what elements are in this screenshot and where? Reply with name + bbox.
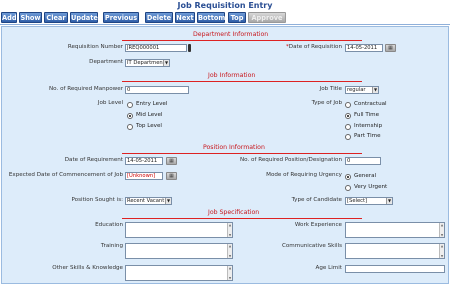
other-skills-textarea[interactable]: ▲ ▼: [125, 265, 233, 281]
training-textarea[interactable]: ▲ ▼: [125, 243, 233, 259]
full-time-label: Full Time: [354, 112, 380, 118]
position-sought-select[interactable]: Recent Vacant ▼: [125, 197, 172, 205]
chevron-down-icon: ▼: [163, 60, 169, 66]
entry-level-label: Entry Level: [136, 101, 168, 107]
job-level-label: Job Level: [97, 100, 123, 106]
very-urgent-radio[interactable]: [345, 185, 351, 191]
requisition-number-input[interactable]: JREQ000001: [125, 44, 187, 52]
internship-label: Internship: [354, 123, 383, 129]
requisition-number-label: Requisition Number: [67, 44, 123, 50]
job-title-select[interactable]: regular ▼: [345, 86, 379, 94]
calendar-icon[interactable]: ▦: [166, 157, 177, 165]
show-button[interactable]: Show: [19, 12, 42, 23]
form-panel: Department Information Requisition Numbe…: [1, 26, 449, 284]
full-time-radio[interactable]: [345, 113, 351, 119]
commencement-date-label: Expected Date of Commencement of Job: [8, 172, 123, 178]
mid-level-label: Mid Level: [136, 112, 163, 118]
chevron-down-icon: ▼: [386, 198, 392, 204]
required-manpower-input[interactable]: 0: [125, 86, 189, 94]
chevron-down-icon: ▼: [165, 198, 171, 204]
department-label: Department: [89, 59, 123, 65]
communicative-skills-textarea[interactable]: ▲ ▼: [345, 243, 445, 259]
contractual-label: Contractual: [354, 101, 387, 107]
toolbar: Add Show Clear Update Previous Delete Ne…: [0, 11, 450, 25]
required-position-label: No. of Required Position/Designation: [239, 157, 342, 163]
top-level-label: Top Level: [136, 123, 162, 129]
date-of-requisition-label: *Date of Requisition: [285, 44, 342, 50]
bottom-button[interactable]: Bottom: [197, 12, 225, 23]
section-department-title: Department Information: [193, 31, 269, 38]
contractual-radio[interactable]: [345, 102, 351, 108]
department-select[interactable]: IT Department ▼: [125, 59, 170, 67]
calendar-icon[interactable]: ▦: [385, 44, 396, 52]
approve-button[interactable]: Approve: [248, 12, 286, 23]
section-divider: [122, 218, 362, 219]
scrollbar[interactable]: ▲ ▼: [227, 244, 232, 258]
urgency-label: Mode of Requiring Urgency: [266, 172, 342, 178]
candidate-type-select[interactable]: [Select] ▼: [345, 197, 393, 205]
update-button[interactable]: Update: [70, 12, 98, 23]
position-sought-label: Position Sought is:: [71, 197, 124, 203]
work-experience-textarea[interactable]: ▲ ▼: [345, 222, 445, 238]
required-manpower-label: No. of Required Manpower: [49, 86, 123, 92]
section-divider: [122, 153, 362, 154]
communicative-skills-label: Communicative Skills: [281, 243, 342, 249]
scrollbar[interactable]: ▲ ▼: [227, 223, 232, 237]
age-limit-label: Age Limit: [315, 265, 342, 271]
date-of-requisition-input[interactable]: 14-05-2011: [345, 44, 383, 52]
age-limit-input[interactable]: [345, 265, 445, 273]
clear-button[interactable]: Clear: [44, 12, 68, 23]
training-label: Training: [100, 243, 123, 249]
part-time-radio[interactable]: [345, 134, 351, 140]
entry-level-radio[interactable]: [127, 102, 133, 108]
part-time-label: Part Time: [354, 133, 381, 139]
section-spec-title: Job Specification: [208, 209, 260, 216]
next-button[interactable]: Next: [175, 12, 195, 23]
very-urgent-label: Very Urgent: [354, 184, 388, 190]
date-of-requirement-input[interactable]: 14-05-2011: [125, 157, 163, 165]
scrollbar[interactable]: ▲ ▼: [439, 244, 444, 258]
commencement-date-input[interactable]: [Unknown]: [125, 172, 163, 180]
calendar-icon[interactable]: ▦: [166, 172, 177, 180]
general-label: General: [354, 173, 377, 179]
internship-radio[interactable]: [345, 124, 351, 130]
scrollbar[interactable]: ▲ ▼: [439, 223, 444, 237]
cursor-marker: [188, 44, 191, 52]
section-job-title: Job Information: [208, 72, 256, 79]
section-divider: [122, 40, 362, 41]
work-experience-label: Work Experience: [294, 222, 342, 228]
section-divider: [122, 81, 362, 82]
section-position-title: Position Information: [203, 144, 265, 151]
date-of-requirement-label: Date of Requirement: [64, 157, 123, 163]
chevron-down-icon: ▼: [372, 87, 378, 93]
education-textarea[interactable]: ▲ ▼: [125, 222, 233, 238]
general-radio[interactable]: [345, 174, 351, 180]
required-position-input[interactable]: 0: [345, 157, 381, 165]
add-button[interactable]: Add: [1, 12, 17, 23]
top-level-radio[interactable]: [127, 124, 133, 130]
mid-level-radio[interactable]: [127, 113, 133, 119]
scrollbar[interactable]: ▲ ▼: [227, 266, 232, 280]
education-label: Education: [95, 222, 123, 228]
type-of-job-label: Type of Job: [311, 100, 342, 106]
delete-button[interactable]: Delete: [145, 12, 173, 23]
previous-button[interactable]: Previous: [103, 12, 139, 23]
other-skills-label: Other Skills & Knowledge: [52, 265, 123, 271]
top-button[interactable]: Top: [228, 12, 246, 23]
job-title-label: Job Title: [319, 86, 342, 92]
page-title: Job Requisition Entry: [177, 1, 273, 10]
candidate-type-label: Type of Candidate: [291, 197, 342, 203]
